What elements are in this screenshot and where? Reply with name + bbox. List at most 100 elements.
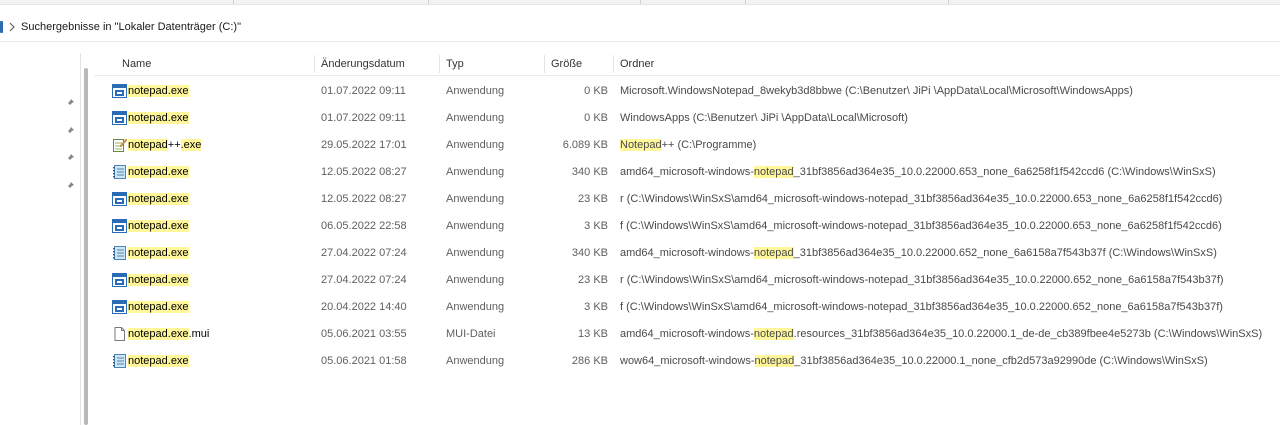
file-size: 0 KB bbox=[584, 112, 608, 124]
file-name[interactable]: notepad.exe bbox=[128, 274, 189, 287]
tab-divider bbox=[233, 0, 234, 4]
pin-icon[interactable] bbox=[65, 181, 75, 191]
pin-icon[interactable] bbox=[65, 98, 75, 108]
file-name[interactable]: notepad.exe bbox=[128, 85, 189, 98]
search-match-highlight: notepad.exe bbox=[128, 274, 189, 286]
folder-path-text: f (C:\Windows\WinSxS\amd64_microsoft-win… bbox=[620, 301, 1223, 313]
chevron-right-icon[interactable] bbox=[8, 21, 16, 33]
file-name[interactable]: notepad.exe bbox=[128, 112, 189, 125]
folder-path: r (C:\Windows\WinSxS\amd64_microsoft-win… bbox=[620, 274, 1224, 287]
search-match-highlight: notepad.exe bbox=[128, 220, 189, 232]
modified-date: 01.07.2022 09:11 bbox=[321, 112, 406, 124]
folder-path-text: wow64_microsoft-windows- bbox=[620, 355, 755, 367]
file-size: 0 KB bbox=[584, 85, 608, 97]
breadcrumb[interactable]: Suchergebnisse in "Lokaler Datenträger (… bbox=[21, 21, 241, 34]
file-name[interactable]: notepad.exe bbox=[128, 301, 189, 314]
search-match-highlight: notepad.exe bbox=[128, 355, 189, 367]
folder-path: Notepad++ (C:\Programme) bbox=[620, 139, 756, 152]
folder-path-text: amd64_microsoft-windows- bbox=[620, 166, 754, 178]
file-icon bbox=[112, 327, 127, 341]
table-row[interactable]: notepad.exe 01.07.2022 09:11 Anwendung 0 KB… bbox=[94, 78, 1280, 105]
file-size: 13 KB bbox=[578, 328, 608, 340]
search-match-highlight: notepad.exe bbox=[128, 193, 189, 205]
table-row[interactable]: notepad.exe 20.04.2022 14:40 Anwendung 3 KB… bbox=[94, 294, 1280, 321]
notepad-app-icon bbox=[112, 84, 127, 98]
folder-path-text: WindowsApps (C:\Benutzer\ JiPi \AppData\… bbox=[620, 112, 908, 124]
column-header-size[interactable]: Größe bbox=[551, 58, 582, 71]
table-row[interactable]: notepad.exe 27.04.2022 07:24 Anwendung 23 K… bbox=[94, 267, 1280, 294]
folder-path-text: amd64_microsoft-windows- bbox=[620, 328, 754, 340]
tab-divider bbox=[745, 0, 746, 4]
file-name[interactable]: notepad.exe bbox=[128, 247, 189, 260]
folder-path-text: r (C:\Windows\WinSxS\amd64_microsoft-win… bbox=[620, 274, 1224, 286]
notepad-document-icon bbox=[112, 165, 127, 179]
folder-path: amd64_microsoft-windows-notepad_31bf3856… bbox=[620, 247, 1217, 260]
file-name-rest: ++ bbox=[167, 139, 181, 151]
pin-icon[interactable] bbox=[65, 153, 75, 163]
file-name[interactable]: notepad++.exe bbox=[128, 139, 202, 152]
modified-date: 27.04.2022 07:24 bbox=[321, 247, 407, 259]
column-resizer[interactable] bbox=[439, 55, 440, 73]
folder-path-text: amd64_microsoft-windows- bbox=[620, 247, 754, 259]
file-size: 6.089 KB bbox=[562, 139, 608, 151]
table-row[interactable]: notepad.exe 12.05.2022 08:27 Anwendung 340 … bbox=[94, 159, 1280, 186]
file-name-rest: .mui bbox=[188, 328, 210, 340]
file-name[interactable]: notepad.exe bbox=[128, 193, 189, 206]
modified-date: 29.05.2022 17:01 bbox=[321, 139, 407, 151]
nav-scrollbar[interactable] bbox=[84, 68, 88, 425]
modified-date: 27.04.2022 07:24 bbox=[321, 274, 407, 286]
column-resizer[interactable] bbox=[613, 55, 614, 73]
column-header-name[interactable]: Name bbox=[122, 58, 151, 71]
column-resizer[interactable] bbox=[544, 55, 545, 73]
folder-path-text: .resources_31bf3856ad364e35_10.0.22000.1… bbox=[793, 328, 1263, 340]
file-name[interactable]: notepad.exe bbox=[128, 220, 189, 233]
table-row[interactable]: notepad.exe 01.07.2022 09:11 Anwendung 0 KB… bbox=[94, 105, 1280, 132]
file-name[interactable]: notepad.exe bbox=[128, 166, 189, 179]
search-match-highlight: notepad.exe bbox=[128, 166, 189, 178]
column-header-date[interactable]: Änderungsdatum bbox=[321, 58, 405, 71]
address-bar[interactable]: Suchergebnisse in "Lokaler Datenträger (… bbox=[0, 14, 1280, 42]
pane-divider[interactable] bbox=[80, 53, 81, 425]
table-row[interactable]: notepad.exe 06.05.2022 22:58 Anwendung 3 KB… bbox=[94, 213, 1280, 240]
table-row[interactable]: notepad.exe 27.04.2022 07:24 Anwendung 340 … bbox=[94, 240, 1280, 267]
folder-path: f (C:\Windows\WinSxS\amd64_microsoft-win… bbox=[620, 301, 1223, 314]
file-size: 3 KB bbox=[584, 220, 608, 232]
column-header-type[interactable]: Typ bbox=[446, 58, 464, 71]
search-match-highlight: notepad.exe bbox=[128, 85, 189, 97]
folder-path: amd64_microsoft-windows-notepad.resource… bbox=[620, 328, 1262, 341]
column-header: Name Änderungsdatum Typ Größe Ordner bbox=[94, 52, 1280, 76]
tab-divider bbox=[948, 0, 949, 4]
folder-path: amd64_microsoft-windows-notepad_31bf3856… bbox=[620, 166, 1216, 179]
modified-date: 20.04.2022 14:40 bbox=[321, 301, 407, 313]
pin-icon[interactable] bbox=[65, 126, 75, 136]
file-size: 286 KB bbox=[571, 355, 608, 367]
notepad-app-icon bbox=[112, 219, 127, 233]
file-type: Anwendung bbox=[446, 166, 505, 178]
file-name[interactable]: notepad.exe.mui bbox=[128, 328, 209, 341]
table-row[interactable]: notepad.exe 12.05.2022 08:27 Anwendung 23 K… bbox=[94, 186, 1280, 213]
search-match-highlight: Notepad bbox=[620, 139, 662, 151]
folder-path-text: _31bf3856ad364e35_10.0.22000.653_none_6a… bbox=[793, 166, 1216, 178]
modified-date: 12.05.2022 08:27 bbox=[321, 166, 407, 178]
search-match-highlight: notepad.exe bbox=[128, 301, 189, 313]
table-row[interactable]: notepad++.exe 29.05.2022 17:01 Anwendung 6.… bbox=[94, 132, 1280, 159]
folder-path-text: _31bf3856ad364e35_10.0.22000.1_none_cfb2… bbox=[794, 355, 1208, 367]
folder-path-text: ++ (C:\Programme) bbox=[661, 139, 757, 151]
search-match-highlight: notepad.exe bbox=[128, 247, 189, 259]
column-resizer[interactable] bbox=[314, 55, 315, 73]
search-match-highlight: notepad bbox=[753, 328, 794, 340]
search-match-highlight: notepad bbox=[128, 139, 168, 151]
file-name[interactable]: notepad.exe bbox=[128, 355, 189, 368]
table-row[interactable]: notepad.exe.mui 05.06.2021 03:55 MUI-Datei… bbox=[94, 321, 1280, 348]
search-match-highlight: notepad.exe bbox=[128, 112, 189, 124]
file-type: Anwendung bbox=[446, 112, 505, 124]
search-match-highlight: notepad.exe bbox=[128, 328, 189, 340]
table-row[interactable]: notepad.exe 05.06.2021 01:58 Anwendung 286 … bbox=[94, 348, 1280, 375]
column-header-folder[interactable]: Ordner bbox=[620, 58, 654, 71]
notepad-app-icon bbox=[112, 273, 127, 287]
file-type: Anwendung bbox=[446, 220, 505, 232]
modified-date: 01.07.2022 09:11 bbox=[321, 85, 406, 97]
file-type: MUI-Datei bbox=[446, 328, 496, 340]
file-size: 23 KB bbox=[578, 193, 608, 205]
notepad-document-icon bbox=[112, 354, 127, 368]
